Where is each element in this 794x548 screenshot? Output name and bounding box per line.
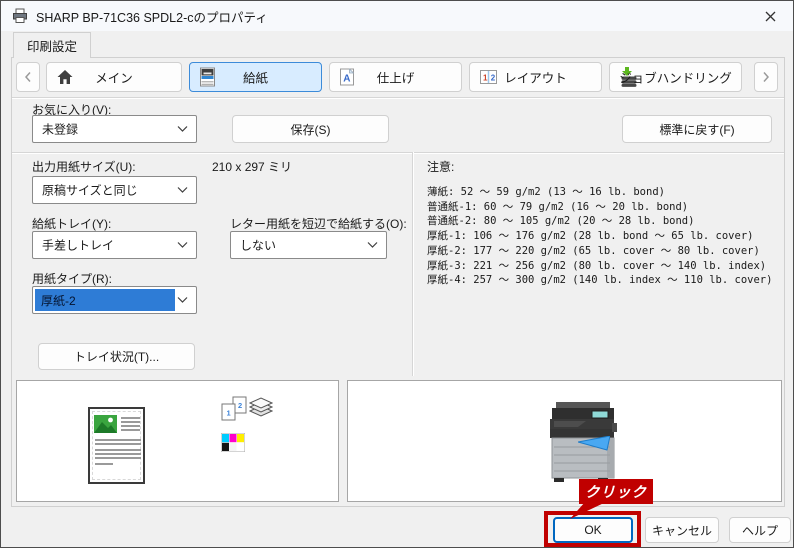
text-line [121,425,140,427]
tab-paper-source[interactable]: 給紙 [189,62,322,92]
text-line [95,463,113,465]
chevron-right-icon [762,71,770,83]
output-size-value: 原稿サイズと同じ [42,182,138,199]
scroll-tabs-right-button[interactable] [754,62,778,92]
note-line: 厚紙-1: 106 ～ 176 g/m2 (28 lb. bond ～ 65 l… [427,229,772,244]
save-button[interactable]: 保存(S) [232,115,389,143]
document-preview-image [88,407,145,484]
favorites-select[interactable]: 未登録 [32,115,197,143]
text-line [121,421,140,423]
ok-button-label: OK [584,523,601,537]
text-line [121,429,140,431]
favorites-value: 未登録 [42,121,78,138]
letter-sef-value: しない [240,237,276,254]
click-callout-tail [561,502,621,520]
settings-pane: メイン 給紙 A 仕上げ 1 [11,57,785,507]
output-size-select[interactable]: 原稿サイズと同じ [32,176,197,204]
paper-type-label: 用紙タイプ(R): [32,270,112,287]
tab-main-label: メイン [47,68,181,87]
paper-tray-value: 手差しトレイ [42,237,114,254]
cancel-button[interactable]: キャンセル [645,517,719,543]
window-title: SHARP BP-71C36 SPDL2-cのプロパティ [36,7,268,26]
svg-text:2: 2 [238,401,242,410]
text-line [95,439,141,441]
paper-stack-icon [249,397,273,419]
cmyk-colors-icon [221,433,245,452]
note-line: 普通紙-1: 60 ～ 79 g/m2 (16 ～ 20 lb. bond) [427,200,772,215]
note-line: 厚紙-4: 257 ～ 300 g/m2 (140 lb. index ～ 11… [427,273,772,288]
printer-icon [12,8,28,24]
text-line [95,443,141,445]
tab-main[interactable]: メイン [46,62,182,92]
settings-preview-panel: 2 1 [16,380,339,502]
tab-layout[interactable]: 1 2 レイアウト [469,62,602,92]
tray-status-label: トレイ状況(T)... [74,348,159,365]
tab-print-settings[interactable]: 印刷設定 [13,32,91,58]
image-placeholder-icon [94,415,117,433]
help-button-label: ヘルプ [742,522,778,539]
chevron-down-icon [367,242,378,248]
paper-type-value: 厚紙-2 [35,289,175,311]
paper-type-select[interactable]: 厚紙-2 [32,286,197,314]
output-size-dimensions: 210 x 297 ミリ [212,158,292,175]
tab-finishing-label: 仕上げ [330,68,461,87]
paper-tray-select[interactable]: 手差しトレイ [32,231,197,259]
restore-defaults-button[interactable]: 標準に戻す(F) [622,115,772,143]
text-line [95,457,141,459]
tray-status-button[interactable]: トレイ状況(T)... [38,343,195,370]
svg-text:1: 1 [227,409,231,418]
click-callout-annotation: クリック [579,479,653,504]
titlebar: SHARP BP-71C36 SPDL2-cのプロパティ [1,1,793,31]
text-line [95,449,141,451]
scroll-tabs-left-button[interactable] [16,62,40,92]
close-icon [765,11,776,22]
printer-preview-panel [347,380,782,502]
close-button[interactable] [747,1,793,31]
divider [12,97,784,98]
paper-tray-label: 給紙トレイ(Y): [32,215,111,232]
divider [12,152,784,153]
tab-paper-source-label: 給紙 [190,68,321,87]
chevron-down-icon [177,187,188,193]
text-line [95,453,141,455]
bypass-tray-arrow-icon [578,436,610,452]
letter-sef-label: レター用紙を短辺で給紙する(O): [230,215,407,232]
note-line: 薄紙: 52 ～ 59 g/m2 (13 ～ 16 lb. bond) [427,185,772,200]
note-line: 普通紙-2: 80 ～ 105 g/m2 (20 ～ 28 lb. bond) [427,214,772,229]
note-line: 厚紙-2: 177 ～ 220 g/m2 (65 lb. cover ～ 80 … [427,244,772,259]
tab-job-handling-label: ジョブハンドリング [610,68,741,87]
output-size-label: 出力用紙サイズ(U): [32,158,136,175]
paper-weight-notes: 薄紙: 52 ～ 59 g/m2 (13 ～ 16 lb. bond) 普通紙-… [427,185,772,288]
divider [412,152,413,376]
chevron-left-icon [24,71,32,83]
chevron-down-icon [177,126,188,132]
cancel-button-label: キャンセル [652,522,712,539]
letter-sef-select[interactable]: しない [230,231,387,259]
text-line [121,417,140,419]
notes-title: 注意: [427,158,454,175]
chevron-down-icon [177,242,188,248]
tab-print-settings-label: 印刷設定 [27,36,77,55]
ok-button[interactable]: OK [553,517,633,543]
printer-properties-dialog: SHARP BP-71C36 SPDL2-cのプロパティ 印刷設定 メイン [0,0,794,548]
click-callout-label: クリック [585,481,647,502]
pages-1-2-icon: 2 1 [221,396,249,422]
save-button-label: 保存(S) [291,121,331,138]
tab-job-handling[interactable]: ジョブハンドリング [609,62,742,92]
chevron-down-icon [177,297,188,303]
tab-layout-label: レイアウト [470,68,601,87]
tab-finishing[interactable]: A 仕上げ [329,62,462,92]
note-line: 厚紙-3: 221 ～ 256 g/m2 (80 lb. cover ～ 140… [427,259,772,274]
restore-defaults-label: 標準に戻す(F) [659,121,734,138]
help-button[interactable]: ヘルプ [729,517,791,543]
